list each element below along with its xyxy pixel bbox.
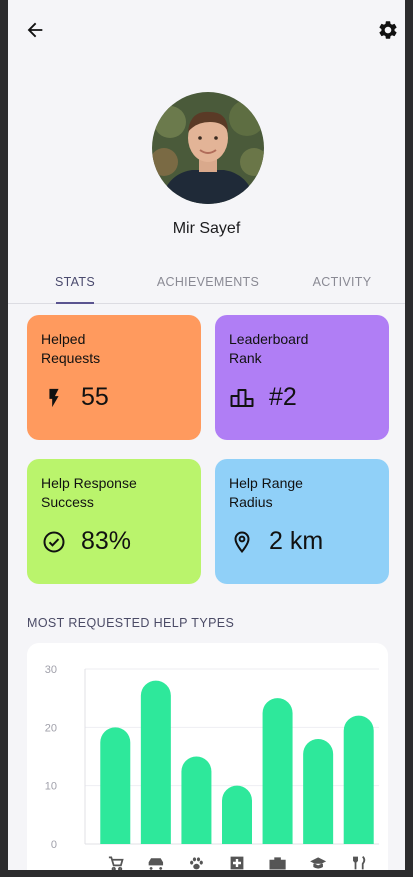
stat-title: Help Range Radius [229, 475, 303, 510]
bar-medical[interactable] [222, 785, 252, 844]
y-tick-label: 30 [45, 664, 57, 676]
y-tick-label: 20 [45, 722, 57, 734]
bar-toolbox[interactable] [262, 698, 293, 844]
stat-card-leaderboard-rank[interactable]: Leaderboard Rank #2 [215, 315, 389, 440]
section-title: MOST REQUESTED HELP TYPES [27, 616, 235, 630]
tab-indicator [56, 302, 94, 304]
medical-icon [230, 856, 244, 870]
leaderboard-icon [229, 385, 255, 411]
bolt-icon [41, 385, 67, 411]
avatar[interactable] [152, 92, 264, 204]
stat-value: #2 [269, 383, 297, 411]
bar-chart: 0 10 20 30 [45, 664, 379, 870]
bar-car[interactable] [140, 680, 171, 844]
stat-title: Leaderboard Rank [229, 331, 309, 366]
stat-card-helped-requests[interactable]: Helped Requests 55 [27, 315, 201, 440]
stat-value: 55 [81, 383, 109, 411]
bar-restaurant[interactable] [343, 715, 374, 844]
tab-bar: STATS ACHIEVEMENTS ACTIVITY [8, 260, 405, 304]
tab-activity[interactable]: ACTIVITY [308, 260, 376, 304]
y-tick-label: 10 [45, 781, 57, 793]
stat-title: Help Response Success [41, 475, 137, 510]
stat-value: 2 km [269, 527, 324, 555]
tab-stats[interactable]: STATS [48, 260, 102, 304]
toolbox-icon [269, 857, 286, 870]
car-icon [148, 858, 164, 870]
stat-card-range-radius[interactable]: Help Range Radius 2 km [215, 459, 389, 584]
help-types-chart: 0 10 20 30 [27, 643, 388, 870]
bar-graduation-cap[interactable] [303, 739, 334, 844]
stat-value: 83% [81, 527, 132, 555]
shopping-cart-icon [108, 856, 124, 870]
paw-icon [190, 857, 203, 870]
back-arrow-icon[interactable] [24, 19, 46, 41]
stat-title: Helped Requests [41, 331, 101, 366]
restaurant-icon [353, 855, 366, 870]
bar-shopping-cart[interactable] [100, 727, 131, 844]
location-pin-icon [229, 529, 255, 555]
profile-screen: Mir Sayef STATS ACHIEVEMENTS ACTIVITY He… [8, 0, 405, 870]
check-circle-icon [41, 529, 67, 555]
settings-gear-icon[interactable] [377, 19, 399, 41]
profile-name: Mir Sayef [172, 220, 241, 237]
tab-achievements[interactable]: ACHIEVEMENTS [153, 260, 263, 304]
bar-paw[interactable] [181, 756, 212, 845]
graduation-cap-icon [310, 857, 327, 869]
stat-card-response-success[interactable]: Help Response Success 83% [27, 459, 201, 584]
y-tick-label: 0 [51, 839, 57, 851]
